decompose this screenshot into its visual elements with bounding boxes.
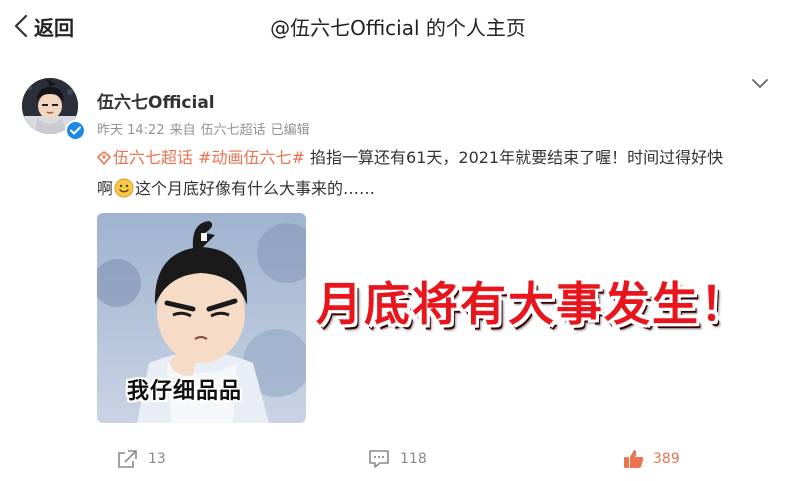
post-image[interactable]: 我仔细品品 — [97, 213, 306, 423]
author-name[interactable]: 伍六七Official — [97, 88, 215, 113]
post-meta: 昨天 14:22 来自 伍六七超话 已编辑 — [97, 119, 310, 138]
share-button[interactable]: 13 — [116, 446, 166, 472]
comment-icon — [368, 449, 390, 469]
edited-label[interactable]: 已编辑 — [271, 119, 310, 138]
super-topic-icon — [97, 145, 111, 174]
top-bar: 返回 @伍六七Official 的个人主页 — [0, 0, 796, 52]
hashtag-link[interactable]: #动画伍六七# — [198, 148, 305, 167]
more-options-chevron-down-icon[interactable] — [750, 76, 770, 90]
thumbs-up-icon — [623, 448, 645, 470]
post-time: 昨天 14:22 — [97, 123, 165, 138]
overlay-headline: 月底将有大事发生！ — [316, 277, 748, 331]
body-text-line2-start: 啊 — [97, 179, 114, 198]
smile-emoji-icon — [114, 178, 134, 207]
page-title: @伍六七Official 的个人主页 — [270, 16, 526, 40]
body-text-line1: 掐指一算还有61天，2021年就要结束了喔！时间过得好快 — [310, 148, 724, 167]
share-count: 13 — [148, 451, 166, 467]
comment-button[interactable]: 118 — [368, 446, 427, 472]
post-body: 伍六七超话 #动画伍六七# 掐指一算还有61天，2021年就要结束了喔！时间过得… — [97, 143, 787, 207]
verified-badge-icon — [65, 120, 86, 141]
like-count: 389 — [653, 451, 680, 467]
source-prefix: 来自 — [169, 123, 196, 138]
like-button[interactable]: 389 — [623, 446, 680, 472]
share-icon — [116, 449, 138, 469]
post-source[interactable]: 伍六七超话 — [201, 119, 266, 138]
comment-count: 118 — [400, 451, 427, 467]
super-topic-link[interactable]: 伍六七超话 — [97, 148, 193, 167]
image-caption: 我仔细品品 — [127, 379, 243, 404]
body-text-line2-end: 这个月底好像有什么大事来的…… — [135, 179, 376, 198]
